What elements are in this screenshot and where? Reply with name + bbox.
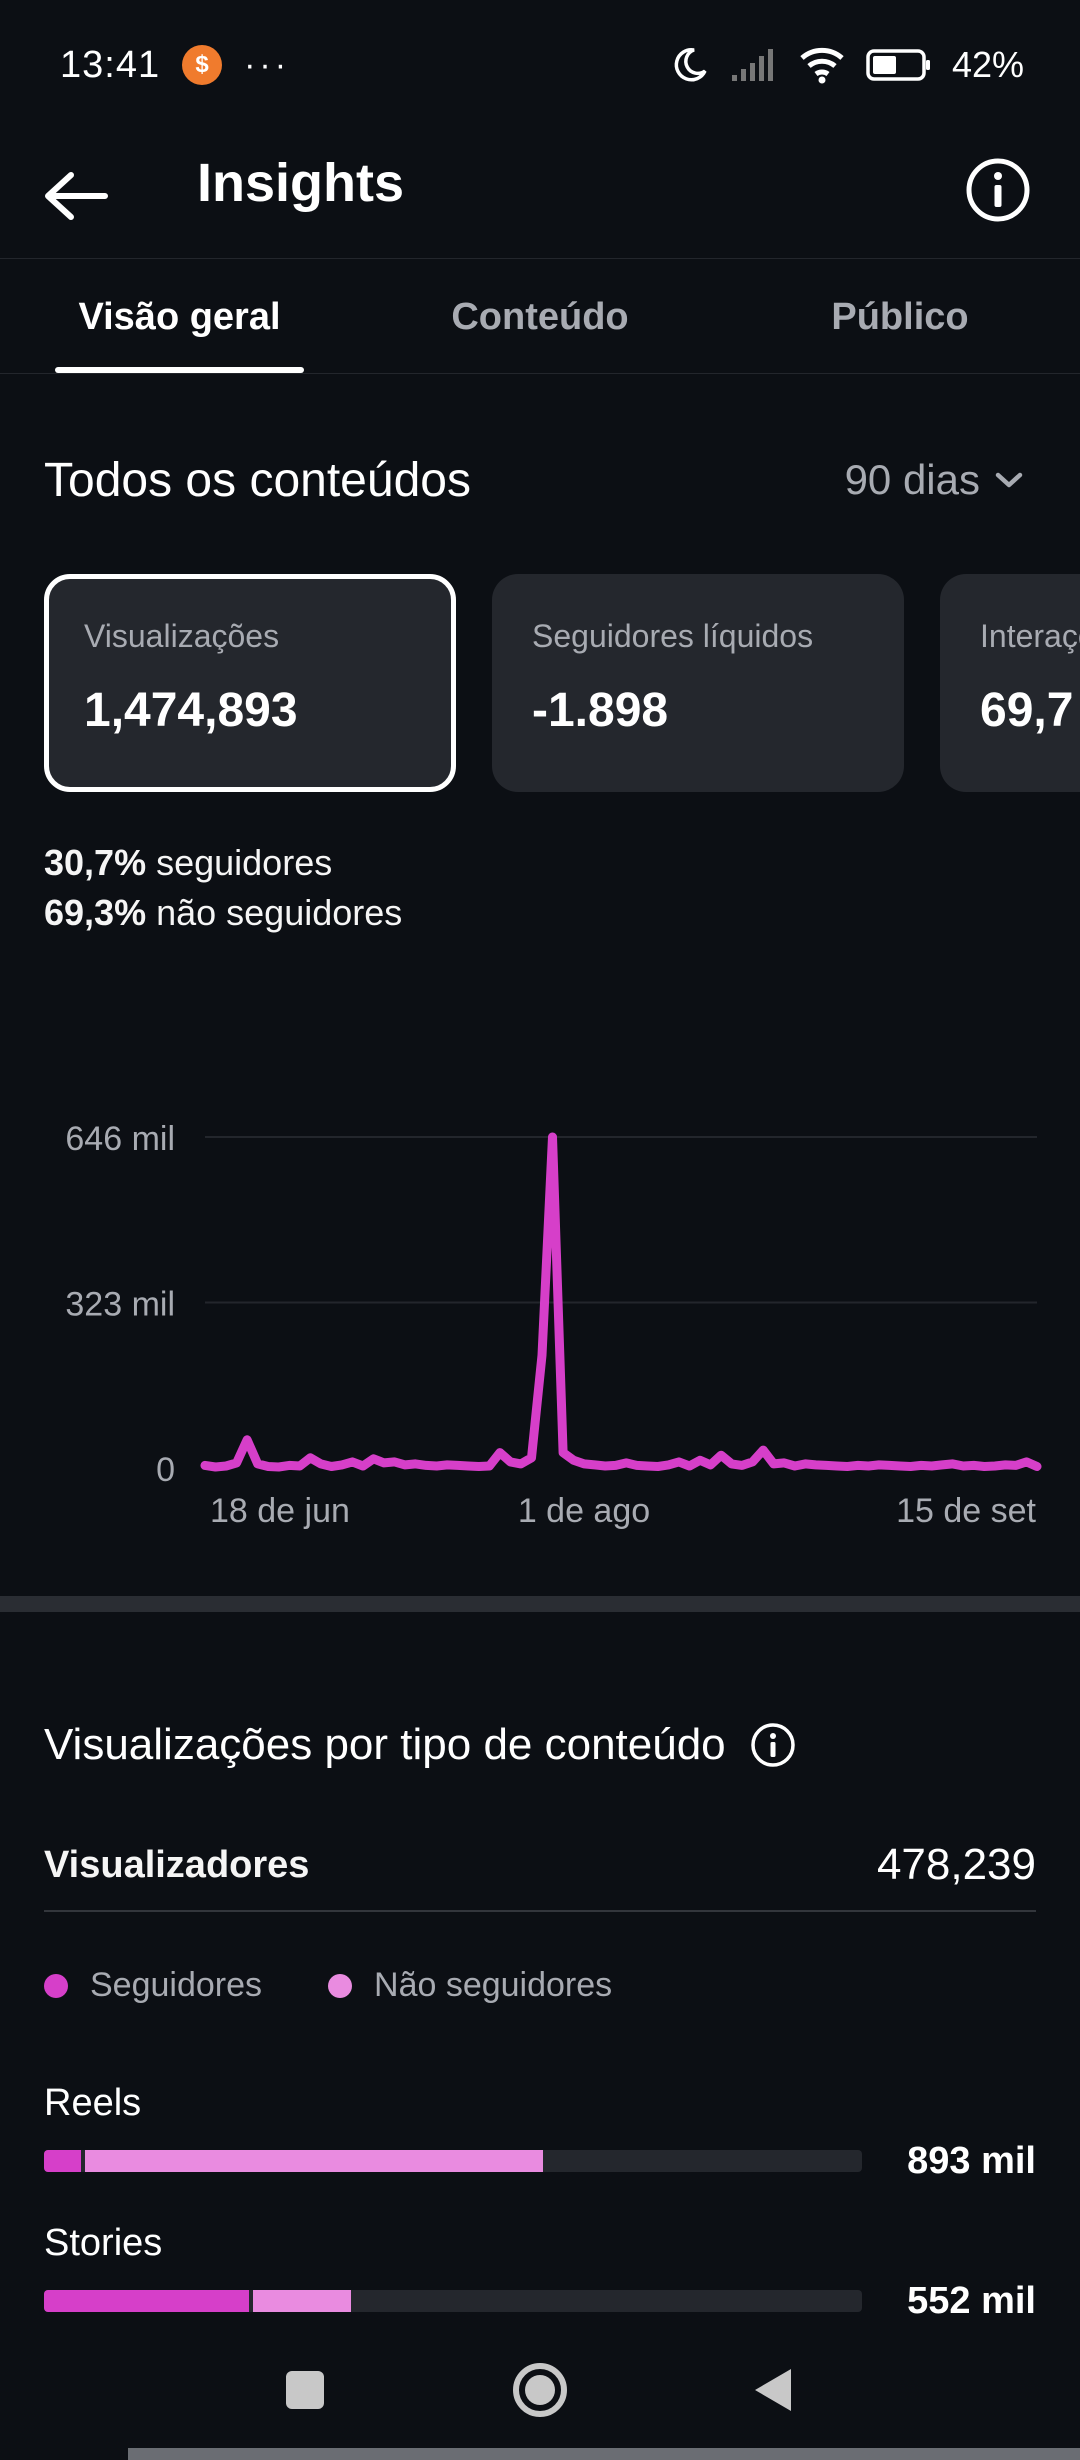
followers-split-line: 30,7% seguidores xyxy=(44,838,402,888)
moon-icon xyxy=(674,48,707,82)
views-line-chart: 0 323 mil 646 mil 18 de jun 1 de ago 15 de se… xyxy=(65,1120,1042,1530)
views-by-type-title: Visualizações por tipo de conteúdo xyxy=(44,1720,726,1769)
home-button[interactable] xyxy=(500,2350,580,2430)
content-type-row-reels[interactable]: Reels 893 mil xyxy=(44,2082,1036,2202)
viewers-row: Visualizadores 478,239 xyxy=(44,1820,1036,1912)
legend-item-non-followers: Não seguidores xyxy=(328,1966,612,2005)
content-type-value: 893 mil xyxy=(907,2140,1036,2182)
back-button[interactable] xyxy=(40,160,112,232)
content-type-value: 552 mil xyxy=(907,2280,1036,2322)
section-divider xyxy=(0,1596,1080,1612)
legend-dot-non-followers xyxy=(328,1973,353,1998)
app-bar: Insights xyxy=(0,130,1080,258)
legend-item-followers: Seguidores xyxy=(44,1966,262,2005)
tab-content[interactable]: Conteúdo xyxy=(420,259,660,375)
legend-dot-followers xyxy=(44,1973,68,1998)
notification-icon-text: $ xyxy=(195,51,209,78)
followers-pct: 30,7% xyxy=(44,842,147,883)
metric-card-label: Visualizações xyxy=(84,618,280,654)
bar-segment-followers xyxy=(44,2150,81,2172)
date-range-dropdown[interactable]: 90 dias xyxy=(845,456,1024,504)
recents-button[interactable] xyxy=(265,2350,345,2430)
metric-card-value: 1,474,893 xyxy=(84,684,298,737)
metric-card-label: Seguidores líquidos xyxy=(532,618,814,654)
y-tick-label: 0 xyxy=(156,1451,175,1489)
info-button[interactable] xyxy=(960,152,1036,228)
metric-card-net-followers[interactable]: Seguidores líquidos -1.898 xyxy=(492,574,904,792)
chart-legend: Seguidores Não seguidores xyxy=(44,1966,612,2005)
signal-icon xyxy=(731,49,773,81)
wifi-icon xyxy=(800,47,844,84)
non-followers-split-line: 69,3% não seguidores xyxy=(44,888,402,938)
x-tick-label: 18 de jun xyxy=(210,1492,350,1530)
metric-card-value: 69,7 xyxy=(980,684,1074,737)
legend-label: Não seguidores xyxy=(374,1966,613,2004)
gesture-bar xyxy=(128,2448,1080,2460)
metric-card-label: Interações xyxy=(980,618,1080,654)
metric-cards-carousel[interactable]: Visualizações 1,474,893 Seguidores líqui… xyxy=(44,574,1080,792)
stacked-bar-track xyxy=(44,2290,862,2312)
stacked-bar-track xyxy=(44,2150,862,2172)
bar-segment-non-followers xyxy=(252,2290,351,2312)
section-title: Todos os conteúdos xyxy=(44,453,471,507)
metric-card-value: -1.898 xyxy=(532,684,669,737)
info-icon xyxy=(966,158,1030,222)
views-by-type-header: Visualizações por tipo de conteúdo xyxy=(44,1720,796,1770)
x-tick-label: 15 de set xyxy=(896,1492,1036,1530)
y-tick-label: 323 mil xyxy=(65,1286,175,1324)
metric-card-views[interactable]: Visualizações 1,474,893 xyxy=(44,574,456,792)
non-followers-label: não seguidores xyxy=(156,892,403,933)
legend-label: Seguidores xyxy=(90,1966,263,2004)
chevron-down-icon xyxy=(995,472,1023,488)
notification-overflow: ··· xyxy=(244,45,291,84)
battery-percent: 42% xyxy=(951,44,1024,85)
info-icon[interactable] xyxy=(750,1722,796,1768)
arrow-left-icon xyxy=(45,172,108,220)
followers-split: 30,7% seguidores 69,3% não seguidores xyxy=(44,838,402,938)
date-range-label: 90 dias xyxy=(844,456,980,503)
content-type-row-stories[interactable]: Stories 552 mil xyxy=(44,2222,1036,2342)
page-title: Insights xyxy=(197,153,405,213)
metric-card-interactions[interactable]: Interações 69,7 xyxy=(940,574,1080,792)
tab-overview[interactable]: Visão geral xyxy=(55,259,304,375)
system-nav-bar xyxy=(0,2330,1080,2460)
x-tick-label: 1 de ago xyxy=(518,1492,650,1530)
content-type-label: Stories xyxy=(44,2222,163,2264)
followers-label: seguidores xyxy=(156,842,333,883)
viewers-label: Visualizadores xyxy=(44,1843,310,1886)
back-nav-button[interactable] xyxy=(733,2350,813,2430)
notification-app-icon: $ xyxy=(182,45,223,85)
viewers-value: 478,239 xyxy=(876,1840,1036,1889)
non-followers-pct: 69,3% xyxy=(44,892,147,933)
tab-audience[interactable]: Público xyxy=(790,259,1010,375)
tab-bar: Visão geral Conteúdo Público xyxy=(0,258,1080,374)
y-tick-label: 646 mil xyxy=(65,1120,175,1158)
active-tab-indicator xyxy=(55,367,304,373)
content-type-label: Reels xyxy=(44,2082,142,2124)
square-icon xyxy=(286,2371,324,2409)
circle-icon xyxy=(513,2363,567,2417)
bar-segment-non-followers xyxy=(84,2150,543,2172)
battery-icon xyxy=(866,49,930,81)
bar-segment-followers xyxy=(44,2290,249,2312)
status-time: 13:41 xyxy=(60,43,161,86)
status-bar: 13:41 $ ··· 42% xyxy=(0,0,1080,130)
triangle-back-icon xyxy=(755,2369,791,2411)
overview-header: Todos os conteúdos 90 dias xyxy=(44,440,1024,520)
